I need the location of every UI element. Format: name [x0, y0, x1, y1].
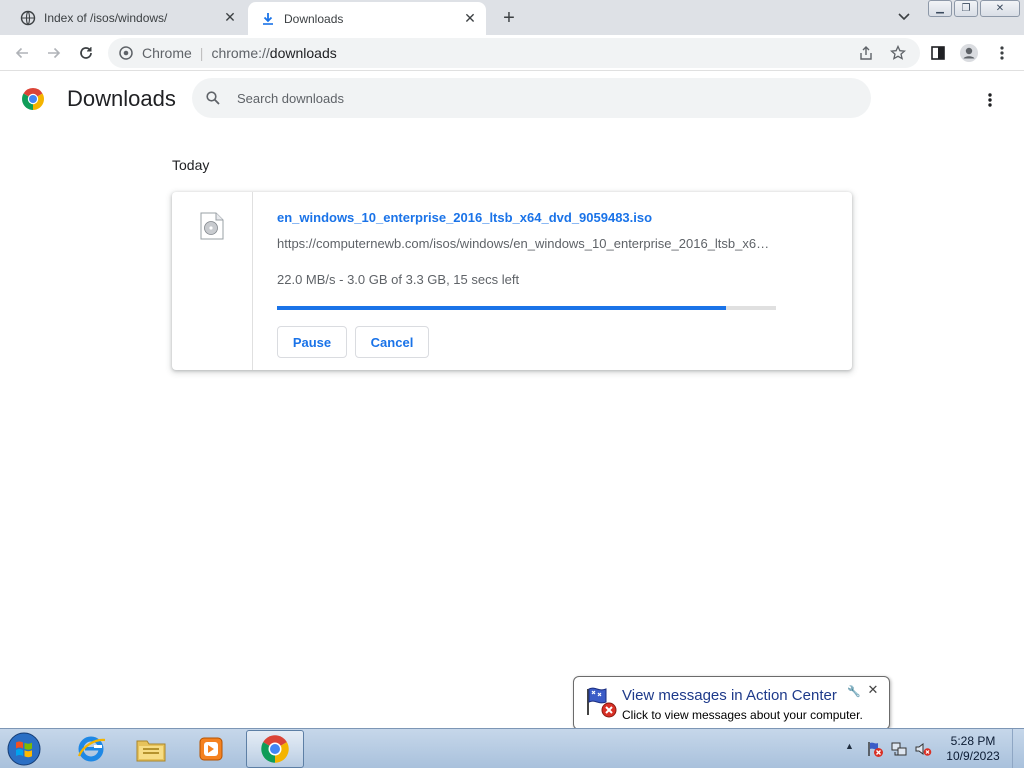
- clock-time: 5:28 PM: [950, 734, 996, 748]
- search-downloads-bar[interactable]: [192, 78, 871, 118]
- address-bar[interactable]: Chrome | chrome:// downloads: [108, 38, 920, 68]
- site-name: Chrome: [142, 45, 192, 61]
- cancel-button[interactable]: Cancel: [355, 326, 429, 358]
- bookmark-star-icon[interactable]: [886, 41, 910, 65]
- more-actions-icon[interactable]: [978, 88, 1002, 112]
- action-center-tray-icon[interactable]: [866, 740, 884, 758]
- network-icon[interactable]: [890, 740, 908, 758]
- internet-explorer-icon[interactable]: [62, 730, 120, 768]
- back-button[interactable]: [10, 41, 34, 65]
- window-close-button[interactable]: ✕: [980, 0, 1020, 17]
- wrench-icon[interactable]: 🔧: [847, 685, 861, 698]
- minimize-button[interactable]: ▁: [928, 0, 952, 17]
- search-icon: [205, 90, 221, 106]
- file-icon-column: [172, 192, 253, 370]
- close-icon[interactable]: ✕: [220, 8, 240, 28]
- tab-downloads[interactable]: Downloads ✕: [248, 2, 486, 35]
- search-input[interactable]: [237, 90, 797, 106]
- volume-muted-icon[interactable]: [914, 740, 932, 758]
- chrome-logo-icon: [21, 87, 45, 111]
- url-scheme: chrome://: [211, 45, 270, 61]
- file-name-link[interactable]: en_windows_10_enterprise_2016_ltsb_x64_d…: [277, 210, 652, 225]
- download-status: 22.0 MB/s - 3.0 GB of 3.3 GB, 15 secs le…: [277, 272, 520, 287]
- tab-title: Downloads: [284, 11, 344, 26]
- tab-title: Index of /isos/windows/: [44, 10, 168, 25]
- notification-close-button[interactable]: ✕: [866, 682, 880, 697]
- notification-body: Click to view messages about your comput…: [622, 708, 863, 722]
- show-hidden-icons-button[interactable]: ▲: [845, 741, 854, 751]
- clock-date: 10/9/2023: [946, 749, 1000, 763]
- forward-button[interactable]: [42, 41, 66, 65]
- download-progress-bar: [277, 306, 776, 310]
- profile-avatar-icon[interactable]: [957, 41, 981, 65]
- media-player-icon[interactable]: [182, 730, 240, 768]
- show-desktop-button[interactable]: [1012, 729, 1024, 768]
- page-title: Downloads: [67, 86, 176, 111]
- disc-image-file-icon: [200, 212, 224, 240]
- download-item: en_windows_10_enterprise_2016_ltsb_x64_d…: [172, 192, 852, 370]
- system-clock[interactable]: 5:28 PM 10/9/2023: [938, 734, 1008, 764]
- taskbar: ▲ 5:28 PM 10/9/2023: [0, 728, 1024, 768]
- chrome-taskbar-button[interactable]: [246, 730, 304, 768]
- progress-fill: [277, 306, 727, 310]
- restore-button[interactable]: ❐: [954, 0, 978, 17]
- chevron-down-icon[interactable]: [894, 8, 914, 26]
- notification-title[interactable]: View messages in Action Center: [622, 687, 837, 704]
- browser-menu-icon[interactable]: [990, 41, 1014, 65]
- share-icon[interactable]: [854, 41, 878, 65]
- file-explorer-icon[interactable]: [122, 730, 180, 768]
- new-tab-button[interactable]: +: [498, 7, 520, 29]
- browser-toolbar: Chrome | chrome:// downloads: [0, 35, 1024, 71]
- url-path: downloads: [269, 45, 337, 61]
- date-group-label: Today: [172, 157, 210, 173]
- downloads-header: Downloads: [0, 72, 1024, 128]
- window-controls: ▁ ❐ ✕: [928, 0, 1020, 17]
- globe-icon: [20, 10, 36, 26]
- chrome-site-icon: [118, 45, 134, 61]
- action-center-flag-icon: [584, 685, 618, 719]
- url-separator: |: [199, 45, 204, 61]
- reload-button[interactable]: [74, 41, 98, 65]
- tab-strip: Index of /isos/windows/ ✕ Downloads ✕ + …: [0, 0, 1024, 35]
- action-center-notification[interactable]: View messages in Action Center Click to …: [573, 676, 890, 743]
- pause-button[interactable]: Pause: [277, 326, 347, 358]
- file-source-url[interactable]: https://computernewb.com/isos/windows/en…: [277, 236, 775, 251]
- side-panel-icon[interactable]: [926, 41, 950, 65]
- close-icon[interactable]: ✕: [460, 9, 480, 29]
- start-button[interactable]: [4, 730, 44, 768]
- tab-index-isos[interactable]: Index of /isos/windows/ ✕: [8, 0, 246, 35]
- download-icon: [260, 11, 276, 27]
